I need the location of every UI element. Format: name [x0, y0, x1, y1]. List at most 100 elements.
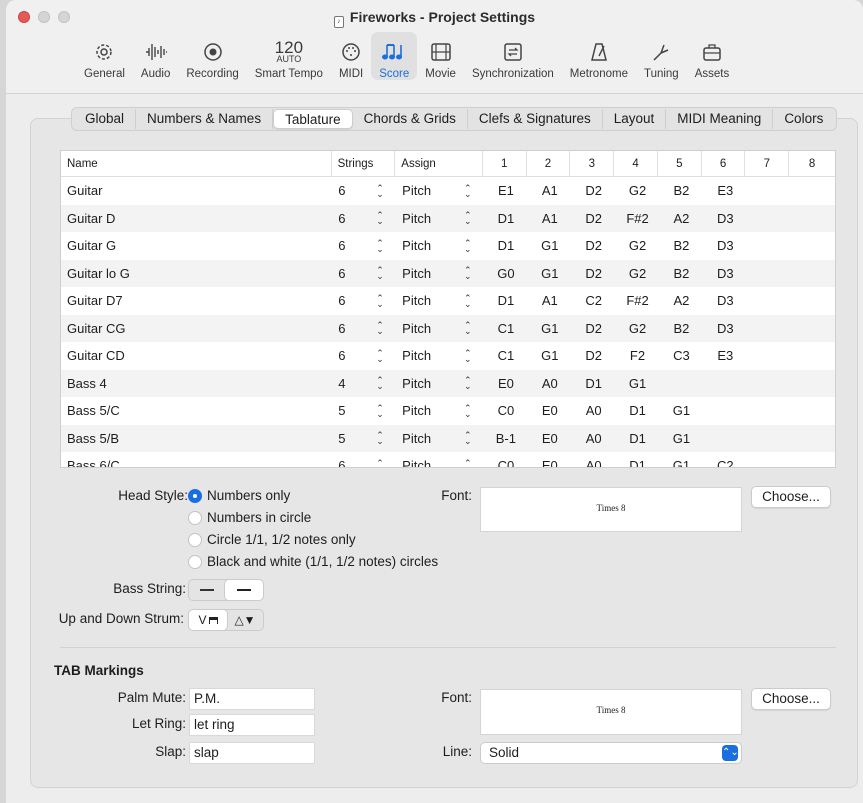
- tuning-name-cell[interactable]: Guitar D: [61, 211, 332, 226]
- tab-chords-grids[interactable]: Chords & Grids: [353, 109, 468, 129]
- strings-stepper-icon[interactable]: ⌃⌄: [370, 266, 396, 281]
- assign-stepper-icon[interactable]: ⌃⌄: [458, 211, 484, 226]
- string-2-pitch-cell[interactable]: A1: [528, 211, 572, 226]
- string-4-pitch-cell[interactable]: G1: [616, 376, 660, 391]
- string-1-pitch-cell[interactable]: C1: [484, 321, 528, 336]
- strings-stepper-icon[interactable]: ⌃⌄: [370, 293, 396, 308]
- assign-stepper-icon[interactable]: ⌃⌄: [458, 266, 484, 281]
- string-3-pitch-cell[interactable]: D2: [572, 238, 616, 253]
- string-2-pitch-cell[interactable]: A1: [528, 293, 572, 308]
- string-5-pitch-cell[interactable]: G1: [659, 403, 703, 418]
- string-2-pitch-cell[interactable]: E0: [528, 403, 572, 418]
- assign-mode-cell[interactable]: Pitch: [396, 238, 458, 253]
- table-row[interactable]: Bass 5/B 5 ⌃ ⌄ Pitch ⌃ ⌄ B-1 E0 A0 D1 G1: [61, 424, 835, 452]
- let-ring-field[interactable]: let ring: [189, 714, 315, 736]
- tab-global[interactable]: Global: [74, 109, 137, 129]
- string-3-pitch-cell[interactable]: A0: [572, 458, 616, 467]
- toolbar-tuning[interactable]: Tuning: [636, 32, 687, 80]
- col-header-3[interactable]: 3: [570, 151, 615, 177]
- col-header-5[interactable]: 5: [658, 151, 702, 177]
- assign-mode-cell[interactable]: Pitch: [396, 348, 458, 363]
- assign-mode-cell[interactable]: Pitch: [396, 266, 458, 281]
- string-1-pitch-cell[interactable]: D1: [484, 293, 528, 308]
- assign-stepper-icon[interactable]: ⌃⌄: [458, 403, 484, 418]
- tuning-name-cell[interactable]: Guitar: [61, 183, 332, 198]
- strings-count-cell[interactable]: 6: [332, 321, 370, 336]
- col-header-8[interactable]: 8: [789, 151, 835, 177]
- strings-count-cell[interactable]: 6: [332, 348, 370, 363]
- palm-mute-field[interactable]: P.M.: [189, 688, 315, 710]
- tuning-name-cell[interactable]: Bass 5/C: [61, 403, 332, 418]
- toolbar-synchronization[interactable]: Synchronization: [464, 32, 562, 80]
- strings-stepper-icon[interactable]: ⌃⌄: [370, 376, 396, 391]
- radio-numbers-only[interactable]: [188, 489, 202, 503]
- string-5-pitch-cell[interactable]: B2: [659, 238, 703, 253]
- string-4-pitch-cell[interactable]: F#2: [616, 293, 660, 308]
- string-3-pitch-cell[interactable]: D1: [572, 376, 616, 391]
- string-4-pitch-cell[interactable]: G2: [616, 321, 660, 336]
- string-3-pitch-cell[interactable]: D2: [572, 183, 616, 198]
- string-5-pitch-cell[interactable]: B2: [659, 183, 703, 198]
- string-5-pitch-cell[interactable]: B2: [659, 321, 703, 336]
- table-row[interactable]: Guitar CG 6 ⌃ ⌄ Pitch ⌃ ⌄ C1 G1 D2 G2 B2 D3: [61, 314, 835, 342]
- table-row[interactable]: Guitar D7 6 ⌃ ⌄ Pitch ⌃ ⌄ D1 A1 C2 F#2 A2 D3: [61, 287, 835, 315]
- string-6-pitch-cell[interactable]: E3: [703, 183, 747, 198]
- string-6-pitch-cell[interactable]: D3: [703, 238, 747, 253]
- string-1-pitch-cell[interactable]: D1: [484, 211, 528, 226]
- string-3-pitch-cell[interactable]: D2: [572, 321, 616, 336]
- assign-stepper-icon[interactable]: ⌃⌄: [458, 321, 484, 336]
- tuning-name-cell[interactable]: Guitar CD: [61, 348, 332, 363]
- tab-clefs-signatures[interactable]: Clefs & Signatures: [468, 109, 603, 129]
- string-2-pitch-cell[interactable]: E0: [528, 431, 572, 446]
- toolbar-assets[interactable]: Assets: [687, 32, 738, 80]
- string-3-pitch-cell[interactable]: A0: [572, 403, 616, 418]
- string-1-pitch-cell[interactable]: D1: [484, 238, 528, 253]
- tab-layout[interactable]: Layout: [603, 109, 667, 129]
- string-5-pitch-cell[interactable]: B2: [659, 266, 703, 281]
- assign-stepper-icon[interactable]: ⌃⌄: [458, 293, 484, 308]
- assign-mode-cell[interactable]: Pitch: [396, 431, 458, 446]
- string-2-pitch-cell[interactable]: G1: [528, 266, 572, 281]
- string-4-pitch-cell[interactable]: D1: [616, 403, 660, 418]
- assign-mode-cell[interactable]: Pitch: [396, 183, 458, 198]
- table-row[interactable]: Bass 5/C 5 ⌃ ⌄ Pitch ⌃ ⌄ C0 E0 A0 D1 G1: [61, 397, 835, 425]
- assign-mode-cell[interactable]: Pitch: [396, 403, 458, 418]
- tuning-name-cell[interactable]: Guitar CG: [61, 321, 332, 336]
- assign-stepper-icon[interactable]: ⌃⌄: [458, 183, 484, 198]
- table-row[interactable]: Guitar D 6 ⌃ ⌄ Pitch ⌃ ⌄ D1 A1 D2 F#2 A2 D3: [61, 204, 835, 232]
- string-2-pitch-cell[interactable]: G1: [528, 348, 572, 363]
- table-row[interactable]: Guitar lo G 6 ⌃ ⌄ Pitch ⌃ ⌄ G0 G1 D2 G2 B2 D3: [61, 259, 835, 287]
- string-4-pitch-cell[interactable]: F#2: [616, 211, 660, 226]
- toolbar-general[interactable]: General: [76, 32, 133, 80]
- toolbar-score[interactable]: Score: [371, 32, 418, 80]
- table-row[interactable]: Bass 4 4 ⌃ ⌄ Pitch ⌃ ⌄ E0 A0 D1 G1: [61, 369, 835, 397]
- strings-stepper-icon[interactable]: ⌃⌄: [370, 458, 396, 467]
- assign-stepper-icon[interactable]: ⌃⌄: [458, 376, 484, 391]
- toolbar-movie[interactable]: Movie: [417, 32, 464, 80]
- string-1-pitch-cell[interactable]: C0: [484, 458, 528, 467]
- strings-count-cell[interactable]: 5: [332, 431, 370, 446]
- strings-count-cell[interactable]: 6: [332, 211, 370, 226]
- assign-stepper-icon[interactable]: ⌃⌄: [458, 431, 484, 446]
- tab-colors[interactable]: Colors: [773, 109, 834, 129]
- col-header-name[interactable]: Name: [61, 151, 332, 177]
- string-6-pitch-cell[interactable]: C2: [703, 458, 747, 467]
- string-2-pitch-cell[interactable]: E0: [528, 458, 572, 467]
- string-4-pitch-cell[interactable]: D1: [616, 458, 660, 467]
- assign-mode-cell[interactable]: Pitch: [396, 211, 458, 226]
- string-5-pitch-cell[interactable]: G1: [659, 458, 703, 467]
- slap-field[interactable]: slap: [189, 742, 315, 764]
- tuning-name-cell[interactable]: Bass 6/C: [61, 458, 332, 467]
- string-1-pitch-cell[interactable]: E1: [484, 183, 528, 198]
- table-row[interactable]: Guitar 6 ⌃ ⌄ Pitch ⌃ ⌄ E1 A1 D2 G2 B2 E3: [61, 177, 835, 205]
- strings-stepper-icon[interactable]: ⌃⌄: [370, 211, 396, 226]
- string-4-pitch-cell[interactable]: G2: [616, 183, 660, 198]
- string-3-pitch-cell[interactable]: A0: [572, 431, 616, 446]
- col-header-assign[interactable]: Assign: [395, 151, 483, 177]
- string-3-pitch-cell[interactable]: D2: [572, 348, 616, 363]
- tuning-name-cell[interactable]: Bass 5/B: [61, 431, 332, 446]
- table-row[interactable]: Guitar G 6 ⌃ ⌄ Pitch ⌃ ⌄ D1 G1 D2 G2 B2 D3: [61, 232, 835, 260]
- string-5-pitch-cell[interactable]: A2: [659, 211, 703, 226]
- string-4-pitch-cell[interactable]: G2: [616, 266, 660, 281]
- strings-count-cell[interactable]: 5: [332, 403, 370, 418]
